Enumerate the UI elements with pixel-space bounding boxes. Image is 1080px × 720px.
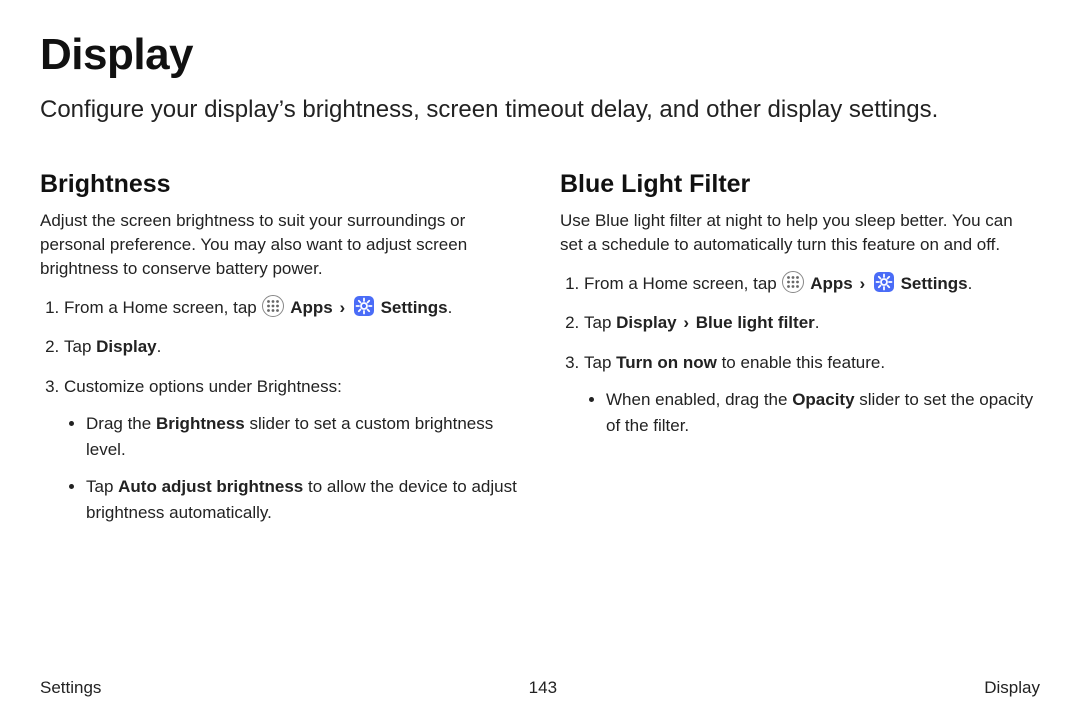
bluelight-heading: Blue Light Filter xyxy=(560,170,1040,199)
bluelight-bullets: When enabled, drag the Opacity slider to… xyxy=(584,387,1040,438)
period: . xyxy=(815,313,820,332)
apps-label: Apps xyxy=(290,298,333,317)
bluelight-bullet-1: When enabled, drag the Opacity slider to… xyxy=(606,387,1040,438)
bluelight-desc: Use Blue light filter at night to help y… xyxy=(560,209,1040,257)
step-text: From a Home screen, tap xyxy=(584,274,781,293)
bluelight-step-2: Tap Display › Blue light filter. xyxy=(584,310,1040,336)
settings-icon xyxy=(353,295,375,317)
brightness-bullet-1: Drag the Brightness slider to set a cust… xyxy=(86,411,520,462)
chevron-right-icon: › xyxy=(681,313,691,332)
period: . xyxy=(968,274,973,293)
display-label: Display xyxy=(616,313,676,332)
bullet-text: Tap xyxy=(86,477,118,496)
step-text: Customize options under Brightness: xyxy=(64,377,342,396)
bluelight-steps: From a Home screen, tap Apps › Settings.… xyxy=(560,271,1040,439)
brightness-heading: Brightness xyxy=(40,170,520,199)
step-text: Tap xyxy=(584,313,616,332)
bluelight-step-3: Tap Turn on now to enable this feature. … xyxy=(584,350,1040,439)
apps-icon xyxy=(782,271,804,293)
period: . xyxy=(448,298,453,317)
apps-icon xyxy=(262,295,284,317)
brightness-word: Brightness xyxy=(156,414,245,433)
footer-page-number: 143 xyxy=(529,678,557,698)
settings-label: Settings xyxy=(381,298,448,317)
step-text: Tap xyxy=(584,353,616,372)
step-text: From a Home screen, tap xyxy=(64,298,261,317)
brightness-bullet-2: Tap Auto adjust brightness to allow the … xyxy=(86,474,520,525)
turn-on-now-label: Turn on now xyxy=(616,353,717,372)
bluelight-step-1: From a Home screen, tap Apps › Settings. xyxy=(584,271,1040,297)
step-text: Tap xyxy=(64,337,96,356)
brightness-desc: Adjust the screen brightness to suit you… xyxy=(40,209,520,280)
brightness-steps: From a Home screen, tap Apps › Settings.… xyxy=(40,295,520,526)
brightness-bullets: Drag the Brightness slider to set a cust… xyxy=(64,411,520,525)
blue-light-filter-label: Blue light filter xyxy=(696,313,815,332)
bluelight-section: Blue Light Filter Use Blue light filter … xyxy=(560,170,1040,539)
page-footer: Settings 143 Display xyxy=(40,678,1040,698)
brightness-step-3: Customize options under Brightness: Drag… xyxy=(64,374,520,526)
display-label: Display xyxy=(96,337,156,356)
auto-adjust-label: Auto adjust brightness xyxy=(118,477,303,496)
footer-left: Settings xyxy=(40,678,101,698)
two-column-layout: Brightness Adjust the screen brightness … xyxy=(40,170,1040,539)
apps-label: Apps xyxy=(810,274,853,293)
brightness-step-1: From a Home screen, tap Apps › Settings. xyxy=(64,295,520,321)
page-intro: Configure your display’s brightness, scr… xyxy=(40,94,1040,126)
brightness-section: Brightness Adjust the screen brightness … xyxy=(40,170,520,539)
page-title: Display xyxy=(40,30,1040,80)
brightness-step-2: Tap Display. xyxy=(64,334,520,360)
opacity-label: Opacity xyxy=(792,390,854,409)
period: . xyxy=(157,337,162,356)
chevron-right-icon: › xyxy=(857,274,867,293)
chevron-right-icon: › xyxy=(337,298,347,317)
footer-right: Display xyxy=(984,678,1040,698)
settings-icon xyxy=(873,271,895,293)
settings-label: Settings xyxy=(901,274,968,293)
bullet-text: When enabled, drag the xyxy=(606,390,792,409)
bullet-text: Drag the xyxy=(86,414,156,433)
step-text: to enable this feature. xyxy=(717,353,885,372)
